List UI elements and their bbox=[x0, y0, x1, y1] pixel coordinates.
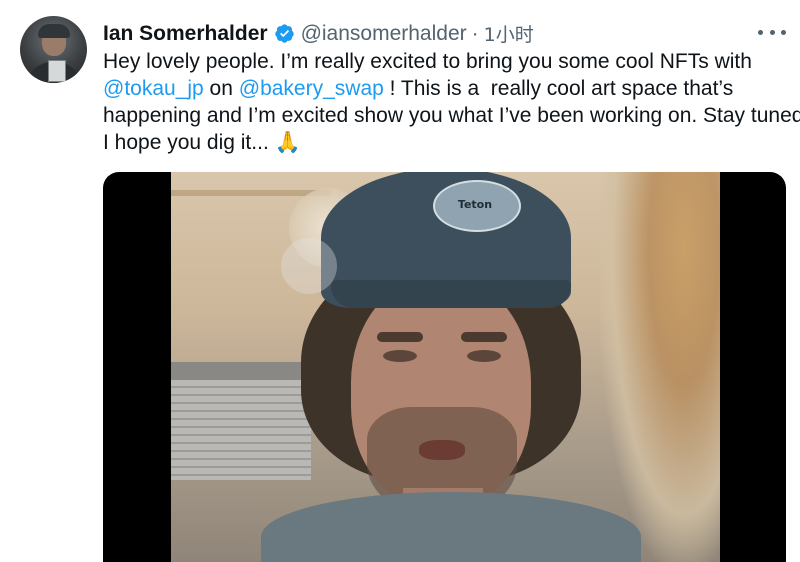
text-on: on bbox=[203, 77, 239, 100]
tweet-text-line-1: Hey lovely people. I’m really excited to… bbox=[103, 50, 752, 73]
tweet-text-line-4: I hope you dig it... 🙏 bbox=[103, 131, 301, 154]
cap-patch-text: Teton bbox=[457, 198, 493, 211]
tweet-text-line-2-rest: ! This is a really cool art space that’s bbox=[383, 77, 734, 100]
author-name[interactable]: Ian Somerhalder bbox=[103, 22, 268, 46]
tweet-timestamp[interactable]: 1小时 bbox=[484, 20, 534, 47]
tweet-header: Ian Somerhalder @iansomerhalder · 1小时 bbox=[103, 20, 534, 47]
separator-dot: · bbox=[471, 21, 479, 45]
avatar[interactable] bbox=[20, 16, 87, 83]
tweet-text: Hey lovely people. I’m really excited to… bbox=[103, 48, 800, 156]
video-player[interactable]: Teton bbox=[103, 172, 786, 562]
watermark bbox=[281, 238, 337, 294]
verified-badge-icon bbox=[274, 24, 294, 43]
tweet-text-line-2: @tokau_jp on @bakery_swap ! This is a re… bbox=[103, 75, 793, 102]
tweet-text-line-3: happening and I’m excited show you what … bbox=[103, 104, 800, 127]
video-frame[interactable]: Teton bbox=[171, 172, 720, 562]
mention-tokau[interactable]: @tokau_jp bbox=[103, 77, 204, 100]
mention-bakery-swap[interactable]: @bakery_swap bbox=[239, 77, 384, 100]
author-handle[interactable]: @iansomerhalder bbox=[301, 22, 467, 46]
more-options-icon[interactable] bbox=[758, 22, 786, 42]
